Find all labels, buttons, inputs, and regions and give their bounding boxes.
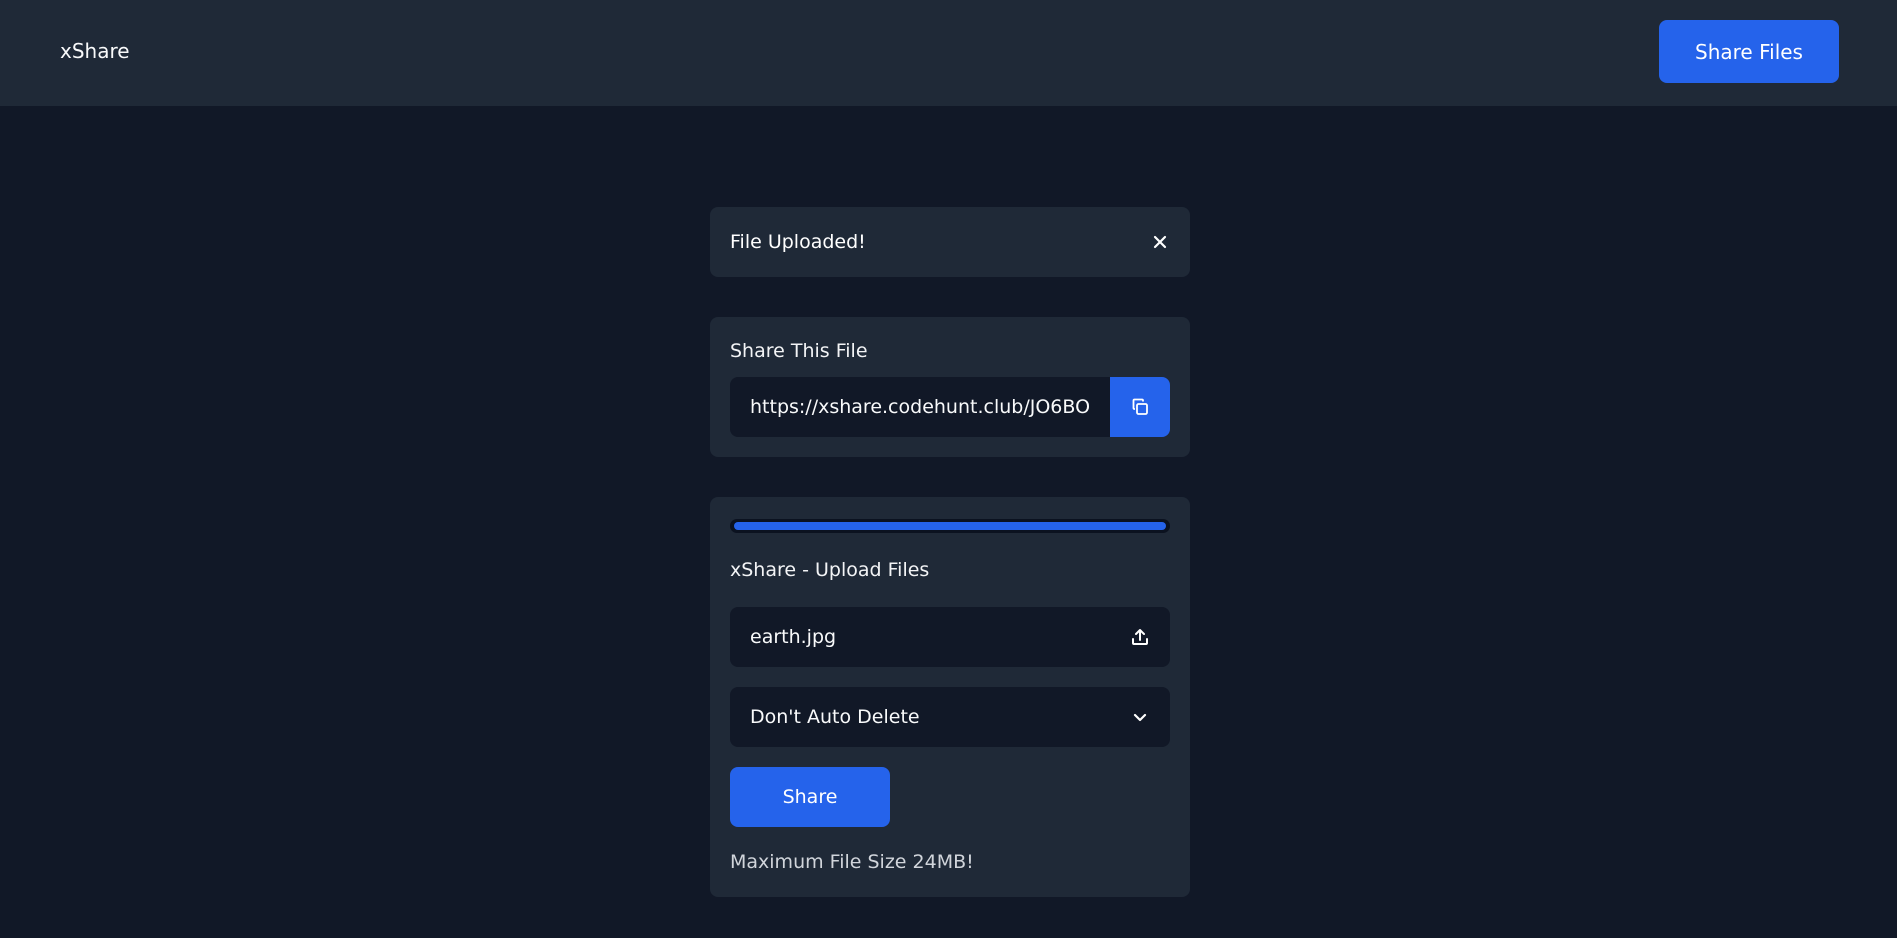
close-icon[interactable] (1150, 232, 1170, 252)
upload-progress-fill (734, 522, 1166, 530)
copy-link-button[interactable] (1110, 377, 1170, 437)
max-file-size-note: Maximum File Size 24MB! (730, 851, 974, 873)
brand-logo[interactable]: xShare (60, 39, 130, 63)
alert-message: File Uploaded! (730, 231, 866, 253)
share-button[interactable]: Share (730, 767, 890, 827)
upload-success-alert: File Uploaded! (710, 207, 1190, 277)
share-link-field[interactable]: https://xshare.codehunt.club/JO6BOC (730, 377, 1110, 437)
selected-file-name: earth.jpg (750, 626, 837, 648)
copy-icon (1132, 398, 1148, 415)
upload-files-card: xShare - Upload Files earth.jpg Don't Au… (710, 497, 1190, 897)
share-files-button[interactable]: Share Files (1659, 20, 1839, 83)
file-picker[interactable]: earth.jpg (730, 607, 1170, 667)
share-link-text[interactable]: https://xshare.codehunt.club/JO6BOC (750, 394, 1090, 420)
top-navbar: xShare Share Files (0, 0, 1897, 106)
upload-progress-bar (730, 519, 1170, 533)
share-file-card: Share This File https://xshare.codehunt.… (710, 317, 1190, 457)
chevron-down-icon (1133, 713, 1147, 722)
upload-card-title: xShare - Upload Files (730, 559, 930, 581)
share-card-title: Share This File (730, 340, 868, 362)
auto-delete-selected-value: Don't Auto Delete (750, 706, 920, 728)
upload-icon[interactable] (1130, 627, 1150, 647)
auto-delete-select[interactable]: Don't Auto Delete (730, 687, 1170, 747)
